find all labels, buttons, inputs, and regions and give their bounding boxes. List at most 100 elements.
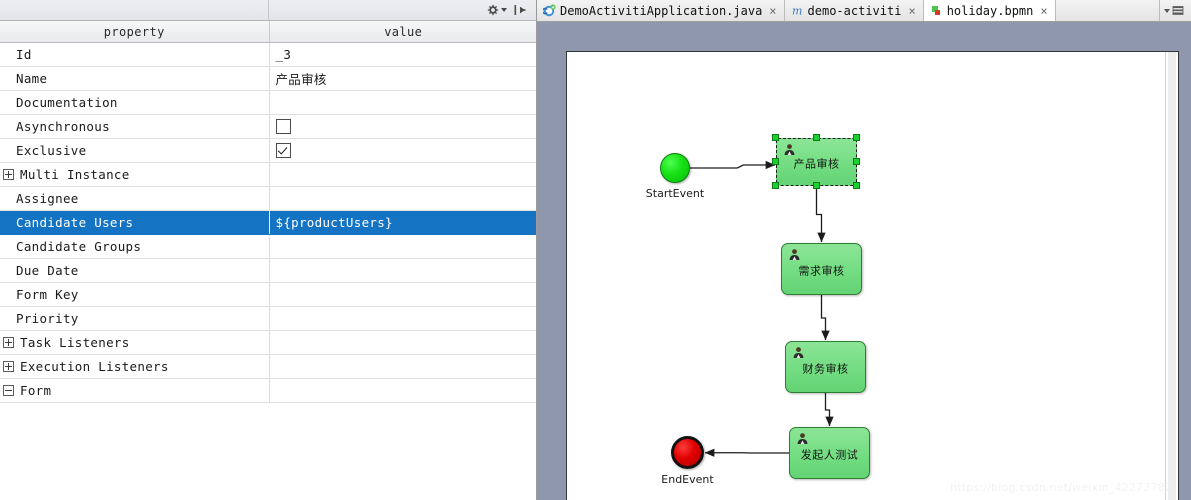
bpmn-end-event-endEvent[interactable] xyxy=(671,436,704,469)
user-task-icon xyxy=(792,346,805,359)
property-cell[interactable]: Id xyxy=(0,43,269,67)
bpmn-user-task-task2[interactable]: 需求审核 xyxy=(781,243,862,295)
bpmn-user-task-task1[interactable]: 产品审核 xyxy=(776,138,857,186)
value-cell[interactable] xyxy=(269,355,536,379)
property-name-label: Priority xyxy=(3,311,79,326)
property-cell[interactable]: Priority xyxy=(0,307,269,331)
user-task-icon xyxy=(783,143,796,156)
property-cell[interactable]: Task Listeners xyxy=(0,331,269,355)
ide-window: property value Id_3Name产品审核Documentation… xyxy=(0,0,1191,500)
property-cell[interactable]: Form xyxy=(0,379,269,403)
value-cell[interactable] xyxy=(269,187,536,211)
value-cell[interactable]: _3 xyxy=(269,43,536,67)
selection-handle[interactable] xyxy=(853,134,860,141)
editor-area: DemoActivitiApplication.java × m demo-ac… xyxy=(537,0,1191,500)
settings-button[interactable] xyxy=(483,2,510,19)
property-name-label: Asynchronous xyxy=(3,119,110,134)
property-cell[interactable]: Exclusive xyxy=(0,139,269,163)
table-row[interactable]: Documentation xyxy=(0,91,536,115)
property-name-label: Candidate Users xyxy=(3,215,133,230)
selection-handle[interactable] xyxy=(853,182,860,189)
property-cell[interactable]: Candidate Groups xyxy=(0,235,269,259)
property-cell[interactable]: Assignee xyxy=(0,187,269,211)
column-header-value[interactable]: value xyxy=(269,21,536,43)
editor-tab-maven[interactable]: m demo-activiti × xyxy=(785,0,924,21)
expand-icon[interactable] xyxy=(3,169,14,180)
table-row[interactable]: Assignee xyxy=(0,187,536,211)
property-cell[interactable]: Candidate Users xyxy=(0,211,269,235)
expand-icon[interactable] xyxy=(3,337,14,348)
collapse-panel-button[interactable] xyxy=(510,2,530,19)
value-cell[interactable]: ${productUsers} xyxy=(269,211,536,235)
value-cell[interactable] xyxy=(269,163,536,187)
checkbox-checked[interactable] xyxy=(276,143,291,158)
selection-handle[interactable] xyxy=(813,182,820,189)
property-cell[interactable]: Name xyxy=(0,67,269,91)
table-row[interactable]: Id _3 xyxy=(0,43,536,67)
value-cell[interactable] xyxy=(269,283,536,307)
value-cell[interactable] xyxy=(269,139,536,163)
property-cell[interactable]: Documentation xyxy=(0,91,269,115)
bpmn-user-task-task3[interactable]: 财务审核 xyxy=(785,341,866,393)
property-cell[interactable]: Execution Listeners xyxy=(0,355,269,379)
editor-tab-bpmn[interactable]: holiday.bpmn × xyxy=(924,0,1056,21)
properties-table-container[interactable]: property value Id _3 Name产品审核Documentation… xyxy=(0,21,536,452)
value-cell[interactable] xyxy=(269,91,536,115)
collapse-icon[interactable] xyxy=(3,385,14,396)
value-cell[interactable] xyxy=(269,115,536,139)
sequence-flow[interactable] xyxy=(690,165,775,168)
checkbox-unchecked[interactable] xyxy=(276,119,291,134)
tabbar-actions xyxy=(1160,0,1191,21)
property-name-label: Candidate Groups xyxy=(3,239,141,254)
table-row[interactable]: Form Key xyxy=(0,283,536,307)
table-row[interactable]: Asynchronous xyxy=(0,115,536,139)
editor-tab-java[interactable]: DemoActivitiApplication.java × xyxy=(537,0,785,21)
property-cell[interactable]: Multi Instance xyxy=(0,163,269,187)
editor-tab-label: DemoActivitiApplication.java xyxy=(560,4,762,18)
table-row[interactable]: Form xyxy=(0,379,536,403)
table-row[interactable]: Exclusive xyxy=(0,139,536,163)
value-cell[interactable]: 产品审核 xyxy=(269,67,536,91)
property-cell[interactable]: Asynchronous xyxy=(0,115,269,139)
table-row[interactable]: Candidate Users ${productUsers} xyxy=(0,211,536,235)
selection-handle[interactable] xyxy=(772,134,779,141)
close-icon[interactable]: × xyxy=(1040,5,1047,17)
table-row[interactable]: Execution Listeners xyxy=(0,355,536,379)
sequence-flow[interactable] xyxy=(826,393,830,426)
tab-list-icon[interactable] xyxy=(1172,5,1185,17)
sequence-flow[interactable] xyxy=(822,295,826,340)
value-cell[interactable] xyxy=(269,307,536,331)
property-cell[interactable]: Form Key xyxy=(0,283,269,307)
table-row[interactable]: Name产品审核 xyxy=(0,67,536,91)
table-row[interactable]: Priority xyxy=(0,307,536,331)
value-cell[interactable] xyxy=(269,331,536,355)
selection-handle[interactable] xyxy=(813,134,820,141)
property-name-label: Due Date xyxy=(3,263,79,278)
sequence-flow[interactable] xyxy=(817,186,822,242)
table-row[interactable]: Candidate Groups xyxy=(0,235,536,259)
bpmn-canvas[interactable]: StartEvent产品审核需求审核财务审核发起人测试EndEvent http… xyxy=(566,51,1179,500)
bpmn-user-task-task4[interactable]: 发起人测试 xyxy=(789,427,870,479)
property-value-text: _3 xyxy=(276,47,292,62)
selection-handle[interactable] xyxy=(772,158,779,165)
column-header-property[interactable]: property xyxy=(0,21,269,43)
bpmn-start-event-startEvent[interactable] xyxy=(660,153,690,183)
tabbar-spacer xyxy=(1056,0,1160,21)
table-row[interactable]: Multi Instance xyxy=(0,163,536,187)
value-cell[interactable] xyxy=(269,379,536,403)
value-cell[interactable] xyxy=(269,259,536,283)
scrollbar-track[interactable] xyxy=(1168,52,1176,500)
selection-handle[interactable] xyxy=(772,182,779,189)
bpmn-editor-body: StartEvent产品审核需求审核财务审核发起人测试EndEvent http… xyxy=(537,22,1191,500)
close-icon[interactable]: × xyxy=(908,5,915,17)
selection-handle[interactable] xyxy=(853,158,860,165)
table-row[interactable]: Due Date xyxy=(0,259,536,283)
expand-icon[interactable] xyxy=(3,361,14,372)
table-row[interactable]: Task Listeners xyxy=(0,331,536,355)
chevron-down-icon[interactable] xyxy=(1164,9,1170,13)
canvas-vertical-scrollbar[interactable] xyxy=(1165,52,1178,500)
property-cell[interactable]: Due Date xyxy=(0,259,269,283)
close-icon[interactable]: × xyxy=(769,5,776,17)
value-cell[interactable] xyxy=(269,235,536,259)
collapse-left-icon xyxy=(513,4,527,16)
